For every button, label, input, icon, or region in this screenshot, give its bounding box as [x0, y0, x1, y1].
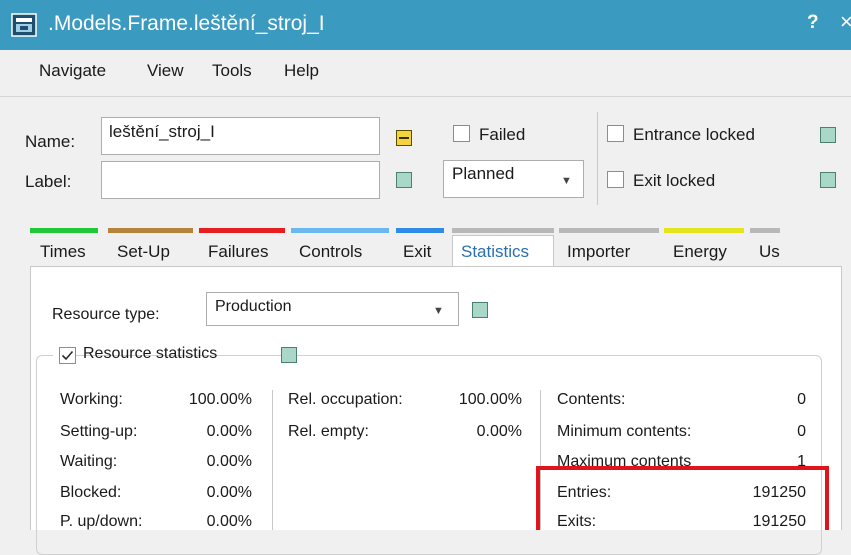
tab-us[interactable]: Us	[759, 242, 780, 262]
tab-importer[interactable]: Importer	[567, 242, 630, 262]
tab-times-colorbar	[30, 228, 98, 233]
setting-up-label: Setting-up:	[60, 423, 138, 440]
exit-locked-label: Exit locked	[633, 171, 716, 190]
resource-type-dropdown[interactable]: Production ▼	[206, 292, 459, 326]
title-bar: .Models.Frame.leštění_stroj_I ? ×	[0, 0, 851, 50]
close-button[interactable]: ×	[840, 9, 851, 35]
resource-type-value: Production	[215, 298, 292, 315]
resource-statistics-inherit-icon[interactable]	[281, 347, 297, 363]
menu-separator	[0, 96, 851, 97]
menu-view[interactable]: View	[147, 61, 184, 81]
resource-type-inherit-icon[interactable]	[472, 302, 488, 318]
entrance-locked-label: Entrance locked	[633, 125, 755, 144]
menu-navigate[interactable]: Navigate	[39, 61, 106, 81]
tab-setup[interactable]: Set-Up	[117, 242, 170, 262]
label-inherit-icon[interactable]	[396, 172, 412, 188]
tab-importer-colorbar	[559, 228, 659, 233]
window-title: .Models.Frame.leštění_stroj_I	[48, 12, 325, 35]
tab-energy-colorbar	[664, 228, 744, 233]
header-divider	[597, 112, 598, 205]
working-value: 100.00%	[188, 391, 252, 408]
tab-statistics-colorbar	[452, 228, 554, 233]
tab-setup-colorbar	[108, 228, 193, 233]
p-up-down-label: P. up/down:	[60, 513, 143, 530]
blocked-value: 0.00%	[206, 484, 252, 501]
waiting-value: 0.00%	[206, 453, 252, 470]
tab-statistics[interactable]: Statistics	[461, 242, 529, 262]
failed-checkbox[interactable]	[453, 125, 470, 142]
tab-us-colorbar	[750, 228, 780, 233]
failed-label: Failed	[479, 125, 526, 144]
chevron-down-icon: ▼	[433, 305, 444, 317]
p-up-down-value: 0.00%	[206, 513, 252, 530]
tab-failures[interactable]: Failures	[208, 242, 268, 262]
entrance-locked-inherit-icon[interactable]	[820, 127, 836, 143]
tab-energy[interactable]: Energy	[673, 242, 727, 262]
planned-value: Planned	[452, 164, 515, 183]
planned-dropdown[interactable]: Planned ▼	[443, 160, 584, 198]
label-field[interactable]	[101, 161, 380, 199]
name-label: Name:	[25, 132, 76, 151]
minimum-contents-label: Minimum contents:	[557, 423, 692, 440]
menu-bar: Navigate View Tools Help	[0, 50, 851, 96]
chevron-down-icon: ▼	[561, 175, 572, 187]
name-modified-icon[interactable]	[396, 130, 412, 146]
resource-statistics-label: Resource statistics	[83, 345, 218, 362]
minimum-contents-value: 0	[797, 423, 806, 440]
contents-label: Contents:	[557, 391, 626, 408]
exit-locked-inherit-icon[interactable]	[820, 172, 836, 188]
tab-exit-colorbar	[396, 228, 444, 233]
rel-occupation-label: Rel. occupation:	[288, 391, 403, 408]
blocked-label: Blocked:	[60, 484, 122, 501]
highlight-box	[536, 466, 829, 530]
waiting-label: Waiting:	[60, 453, 118, 470]
menu-help[interactable]: Help	[284, 61, 319, 81]
tab-controls-colorbar	[291, 228, 389, 233]
rel-empty-value: 0.00%	[476, 423, 522, 440]
tab-times[interactable]: Times	[40, 242, 86, 262]
tab-controls[interactable]: Controls	[299, 242, 362, 262]
working-label: Working:	[60, 391, 123, 408]
resource-statistics-header: Resource statistics	[53, 343, 297, 367]
stats-divider-1	[272, 390, 273, 530]
contents-value: 0	[797, 391, 806, 408]
setting-up-value: 0.00%	[206, 423, 252, 440]
tab-exit[interactable]: Exit	[403, 242, 431, 262]
menu-tools[interactable]: Tools	[212, 61, 252, 81]
label-label: Label:	[25, 172, 72, 191]
frame-window-icon	[11, 13, 37, 37]
tab-strip: Times Set-Up Failures Controls Exit Stat…	[30, 228, 851, 269]
exit-locked-checkbox[interactable]	[607, 171, 624, 188]
name-field-value: leštění_stroj_I	[109, 122, 215, 141]
resource-type-label: Resource type:	[52, 306, 160, 323]
entrance-locked-checkbox[interactable]	[607, 125, 624, 142]
help-button[interactable]: ?	[807, 12, 819, 34]
resource-statistics-checkbox[interactable]	[59, 347, 76, 364]
rel-occupation-value: 100.00%	[458, 391, 522, 408]
name-field[interactable]: leštění_stroj_I	[101, 117, 380, 155]
rel-empty-label: Rel. empty:	[288, 423, 369, 440]
tab-failures-colorbar	[199, 228, 285, 233]
